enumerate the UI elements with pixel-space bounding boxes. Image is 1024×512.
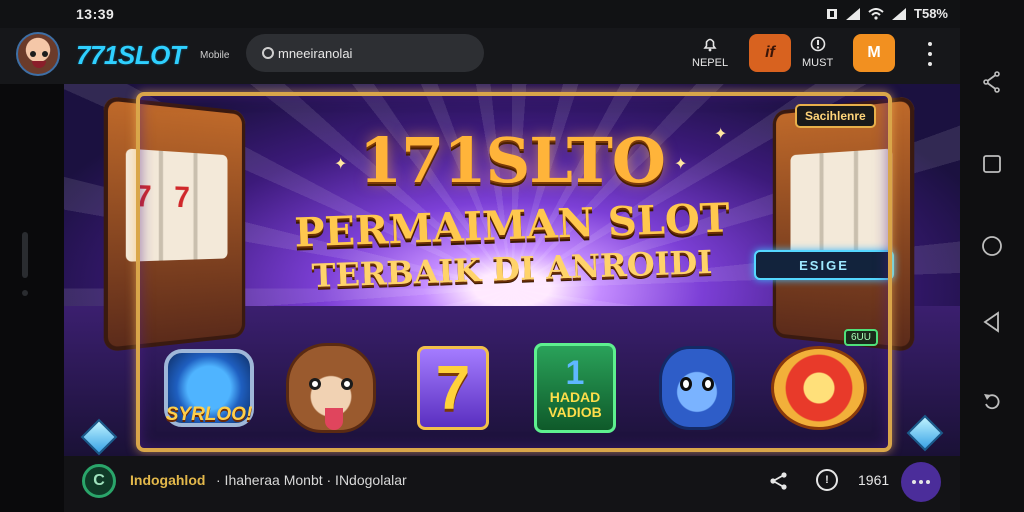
info-icon [810,36,826,55]
seven-game-label: 7 [417,346,489,430]
notifications-button[interactable]: NEPEL [692,36,728,69]
channel-name[interactable]: Indogahlod [130,472,205,488]
report-icon[interactable]: ! [816,469,838,491]
battery-text: T58% [914,6,948,21]
games-row: SYRLOO! 7 1 HADAD VADIOB [154,336,874,440]
share-icon[interactable] [768,470,790,492]
profile-avatar[interactable] [16,32,60,76]
video-info-bar: C Indogahlod · Ihaheraa Monbt · INdogola… [64,456,960,512]
card-game-card: 1 HADAD VADIOB [534,343,616,433]
dog-game-tile[interactable] [276,338,386,438]
sensor-dot [22,290,28,296]
avatar-eye [30,51,36,57]
bear-eye [680,377,692,391]
status-icons: T58% [826,6,948,21]
share-nav-icon[interactable] [980,70,1004,94]
bear-game-tile[interactable] [642,338,752,438]
more-options-icon[interactable] [901,462,941,502]
back-icon[interactable] [980,310,1004,334]
more-menu-icon[interactable] [920,42,940,66]
orange-action-button[interactable]: if [749,34,791,72]
dog-tongue [325,408,343,430]
view-count: 1961 [858,472,890,488]
brand-suffix: Mobile [200,50,230,61]
card-game-tile[interactable]: 1 HADAD VADIOB [520,338,630,438]
dog-eye [309,378,321,390]
signal-icon [892,7,907,20]
play-store-button[interactable]: M [853,34,895,72]
volume-bar [22,232,28,278]
channel-avatar[interactable]: C [82,464,116,498]
nfc-icon [826,8,838,20]
search-input[interactable]: mneeiranolai [246,34,484,72]
shield-game-label: SYRLOO! [165,404,253,425]
system-nav-bar [960,0,1024,512]
dog-eye [341,378,353,390]
bell-icon [702,36,718,55]
status-bar: 13:39 T58% [0,0,960,28]
status-time: 13:39 [76,6,115,22]
seven-game-tile[interactable]: 7 [398,338,508,438]
bear-eye [702,377,714,391]
home-icon[interactable] [980,234,1004,258]
channel-meta: · Ihaheraa Monbt · INdogolalar [216,472,407,488]
search-icon [262,47,274,59]
wifi-icon [868,7,884,20]
must-label: MUST [802,57,834,69]
coin-icon [771,346,867,430]
app-header: 771SLOT Mobile mneeiranolai NEPEL if MUS… [0,28,960,84]
search-text: mneeiranolai [278,45,353,61]
card-game-number: 1 [565,354,585,392]
must-button[interactable]: MUST [802,36,833,69]
brand-logo[interactable]: 771SLOT [76,40,186,71]
notifications-label: NEPEL [692,57,729,69]
avatar-eye [42,51,48,57]
avatar-mouth [32,61,46,68]
bear-icon [659,346,735,430]
banner-title: 171SLTO [359,124,666,197]
signal-icon [846,7,861,20]
card-game-label-1: HADAD [549,389,601,405]
coin-game-tile[interactable] [764,338,874,438]
shield-game-tile[interactable]: SYRLOO! [154,338,264,438]
recents-icon[interactable] [980,152,1004,176]
card-game-label-2: VADIOB [548,404,602,420]
dog-icon [286,343,376,433]
banner-stage[interactable]: 7 7 ESIGE ✦ ✦ ✦ Sacihlenre 171SLTO PERMA… [64,84,960,456]
rotate-icon[interactable] [980,390,1004,414]
